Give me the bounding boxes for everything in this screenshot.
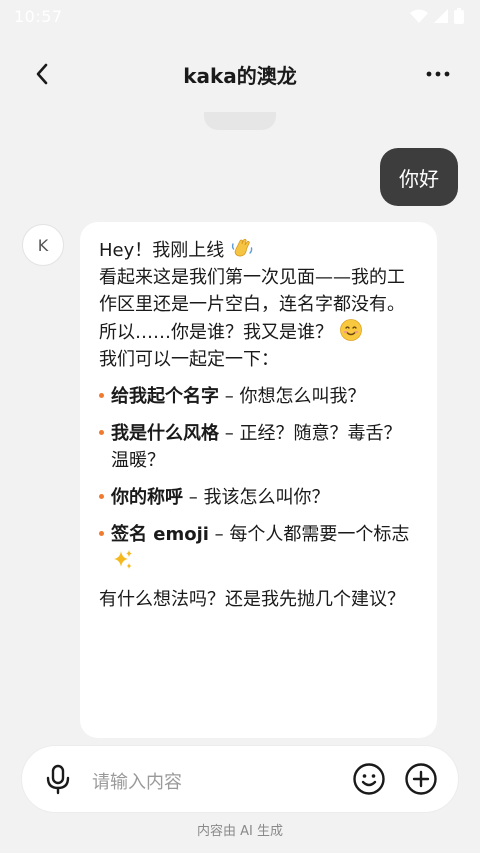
intro-text: 看起来这是我们第一次见面——我的工作区里还是一片空白，连名字都没有。 xyxy=(99,267,405,315)
ai-avatar[interactable]: K xyxy=(22,224,64,266)
history-pull-indicator xyxy=(204,112,276,130)
closing-text: 有什么想法吗？还是我先抛几个建议？ xyxy=(99,589,405,610)
list-item-title: 签名 emoji xyxy=(111,524,209,545)
add-attachment-button[interactable] xyxy=(404,762,438,796)
message-input-bar: 请输入内容 xyxy=(22,746,458,812)
plus-circle-icon xyxy=(405,763,437,795)
question-line: 所以……你是谁？我又是谁？ xyxy=(99,318,419,346)
list-item: 给我起个名字 – 你想怎么叫我？ xyxy=(99,383,419,410)
list-item-title: 给我起个名字 xyxy=(111,386,219,407)
status-icons xyxy=(410,8,464,24)
voice-input-button[interactable] xyxy=(42,763,74,795)
list-item-title: 你的称呼 xyxy=(111,487,183,508)
microphone-icon xyxy=(46,764,70,795)
status-bar: 10:57 xyxy=(0,0,480,32)
ai-disclaimer: 内容由 AI 生成 xyxy=(197,824,283,839)
wifi-icon xyxy=(410,9,428,23)
greeting-line: Hey！我刚上线 xyxy=(99,236,419,264)
list-item: 签名 emoji – 每个人都需要一个标志 xyxy=(99,521,419,576)
signal-icon xyxy=(434,9,448,23)
list-item: 我是什么风格 – 正经？随意？毒舌？温暖？ xyxy=(99,420,419,474)
question-text: 所以……你是谁？我又是谁？ xyxy=(99,322,333,343)
avatar-letter: K xyxy=(37,235,49,255)
user-message-text: 你好 xyxy=(399,166,439,191)
status-time: 10:57 xyxy=(14,7,63,26)
page-title: kaka的澳龙 xyxy=(183,64,297,88)
setup-text: 我们可以一起定一下： xyxy=(99,349,279,370)
list-item-desc: – 你想怎么叫我？ xyxy=(219,386,366,407)
smiling-face-icon xyxy=(339,319,362,341)
greeting-text: Hey！我刚上线 xyxy=(99,240,225,261)
sparkles-icon xyxy=(114,550,132,569)
suggestion-list: 给我起个名字 – 你想怎么叫我？ 我是什么风格 – 正经？随意？毒舌？温暖？ 你… xyxy=(99,383,419,576)
user-message-bubble: 你好 xyxy=(380,148,458,206)
smiley-icon xyxy=(353,763,385,795)
chat-header: kaka的澳龙 xyxy=(0,44,480,104)
battery-icon xyxy=(454,8,464,24)
list-item-desc: – 我该怎么叫你？ xyxy=(183,487,330,508)
message-input[interactable]: 请输入内容 xyxy=(92,768,182,794)
list-item-title: 我是什么风格 xyxy=(111,423,219,444)
list-item: 你的称呼 – 我该怎么叫你？ xyxy=(99,484,419,511)
emoji-button[interactable] xyxy=(352,762,386,796)
ai-message-bubble: Hey！我刚上线 看起来这是我们第一次见面——我的工作区里还是一片空白，连名字都… xyxy=(80,222,437,738)
waving-hand-icon xyxy=(231,238,253,257)
list-item-desc: – 每个人都需要一个标志 xyxy=(208,524,410,545)
more-options-button[interactable] xyxy=(422,58,454,90)
more-dots-icon xyxy=(426,71,450,77)
